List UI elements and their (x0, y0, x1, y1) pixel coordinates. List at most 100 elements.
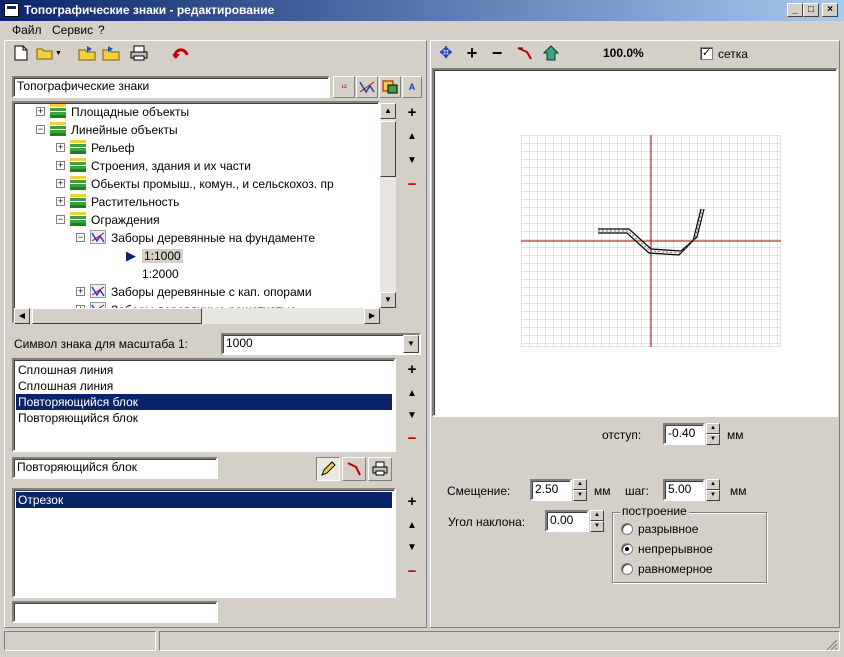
line-symbol-icon[interactable] (356, 76, 378, 98)
expand-icon[interactable]: + (56, 179, 65, 188)
spin-down-icon[interactable]: ▼ (706, 434, 720, 445)
tree-move-down-button[interactable]: ▼ (403, 152, 421, 170)
scroll-thumb[interactable] (380, 121, 396, 177)
tree-header-field[interactable]: Топографические знаки (12, 76, 330, 98)
element-list-item[interactable]: Сплошная линия (16, 378, 392, 394)
expand-icon[interactable]: + (56, 161, 65, 170)
primitives-list[interactable]: Отрезок (12, 488, 396, 598)
draw-line-icon[interactable] (342, 457, 366, 481)
spin-down-icon[interactable]: ▼ (590, 521, 604, 532)
open-folder-icon[interactable] (34, 42, 56, 64)
element-move-up-button[interactable]: ▲ (403, 385, 421, 403)
hscroll-thumb[interactable] (32, 308, 202, 324)
primitive-name-field[interactable] (12, 601, 218, 623)
tree-move-up-button[interactable]: ▲ (403, 128, 421, 146)
element-print-icon[interactable] (368, 457, 392, 481)
tree-add-button[interactable]: + (403, 104, 421, 122)
minimize-button[interactable]: _ (787, 3, 803, 17)
primitive-move-up-button[interactable]: ▲ (403, 517, 421, 535)
spin-down-icon[interactable]: ▼ (706, 490, 720, 501)
export-icon[interactable] (100, 42, 122, 64)
zoom-in-icon[interactable]: + (461, 42, 483, 64)
spin-up-icon[interactable]: ▲ (573, 479, 587, 490)
tree-node[interactable]: + Обьекты промыш., комун., и сельскохоз. … (12, 175, 380, 193)
text-symbol-icon[interactable]: A (402, 76, 422, 98)
tree-node[interactable]: ▶ 1:1000 (12, 247, 380, 265)
scale-select[interactable]: 1000 (221, 333, 421, 355)
scroll-right-icon[interactable]: ▶ (364, 308, 380, 324)
area-symbol-icon[interactable] (379, 76, 401, 98)
print-icon[interactable] (128, 42, 150, 64)
primitive-remove-button[interactable]: − (403, 563, 421, 581)
collapse-icon[interactable]: − (56, 215, 65, 224)
offset-input[interactable]: 2.50 (530, 479, 572, 501)
spin-up-icon[interactable]: ▲ (706, 479, 720, 490)
angle-spinner[interactable]: ▲ ▼ (590, 510, 604, 532)
primitive-move-down-button[interactable]: ▼ (403, 539, 421, 557)
zoom-out-icon[interactable]: − (486, 42, 508, 64)
folder-layers-icon (50, 104, 66, 118)
tree-node[interactable]: − Линейные объекты (12, 121, 380, 139)
grid-checkbox[interactable]: ✓ (700, 47, 713, 60)
collapse-icon[interactable]: − (36, 125, 45, 134)
tree-node[interactable]: + Рельеф (12, 139, 380, 157)
tree-node[interactable]: + Заборы деревянные с кап. опорами (12, 283, 380, 301)
expand-icon[interactable]: + (56, 197, 65, 206)
expand-icon[interactable]: + (76, 287, 85, 296)
new-file-icon[interactable] (10, 42, 32, 64)
spin-down-icon[interactable]: ▼ (573, 490, 587, 501)
import-icon[interactable] (76, 42, 98, 64)
angle-input[interactable]: 0.00 (545, 510, 589, 532)
grid-label: сетка (718, 47, 748, 61)
menu-help[interactable]: ? (98, 23, 105, 37)
undo-icon[interactable] (170, 42, 192, 64)
construction-radio[interactable] (621, 543, 633, 555)
maximize-button[interactable]: □ (803, 3, 819, 17)
close-button[interactable]: × (822, 3, 838, 17)
scroll-down-icon[interactable]: ▼ (380, 292, 396, 308)
expand-icon[interactable]: + (56, 143, 65, 152)
tree-horizontal-scrollbar[interactable]: ◀ ▶ (14, 308, 380, 324)
spin-up-icon[interactable]: ▲ (706, 423, 720, 434)
indent-spinner[interactable]: ▲ ▼ (706, 423, 720, 445)
open-dropdown-icon[interactable]: ▼ (55, 50, 62, 57)
indent-input[interactable]: -0.40 (663, 423, 705, 445)
tree-node[interactable]: + Площадные объекты (12, 103, 380, 121)
element-name-field[interactable]: Повторяющийся блок (12, 457, 218, 479)
tree-node[interactable]: + Строения, здания и их части (12, 157, 380, 175)
expand-icon[interactable]: + (36, 107, 45, 116)
home-view-icon[interactable] (540, 42, 562, 64)
scroll-up-icon[interactable]: ▲ (380, 103, 396, 119)
fit-line-icon[interactable] (514, 42, 536, 64)
collapse-icon[interactable]: − (76, 233, 85, 242)
menu-service[interactable]: Сервис (52, 23, 93, 37)
primitive-add-button[interactable]: + (403, 493, 421, 511)
tree-vertical-scrollbar[interactable]: ▲ ▼ (380, 103, 396, 308)
spin-up-icon[interactable]: ▲ (590, 510, 604, 521)
elements-list[interactable]: Сплошная линия Сплошная линия Повторяющийс… (12, 358, 396, 452)
pan-icon[interactable]: ✥ (435, 42, 457, 64)
element-add-button[interactable]: + (403, 361, 421, 379)
element-list-item[interactable]: Повторяющийся блок (16, 410, 392, 426)
tree-node[interactable]: − Ограждения (12, 211, 380, 229)
tree-node[interactable]: − Заборы деревянные на фундаменте (12, 229, 380, 247)
element-list-item[interactable]: Сплошная линия (16, 362, 392, 378)
construction-radio[interactable] (621, 563, 633, 575)
scroll-left-icon[interactable]: ◀ (14, 308, 30, 324)
menu-file[interactable]: Файл (12, 23, 42, 37)
tree-node[interactable]: 1:2000 (12, 265, 380, 283)
tree-remove-button[interactable]: − (403, 176, 421, 194)
element-remove-button[interactable]: − (403, 430, 421, 448)
scale-dropdown-icon[interactable]: ▼ (403, 335, 419, 353)
primitive-list-item[interactable]: Отрезок (16, 492, 392, 508)
sort-numeric-icon[interactable]: ¹² (333, 76, 355, 98)
construction-radio[interactable] (621, 523, 633, 535)
edit-pencil-icon[interactable] (316, 457, 340, 481)
step-spinner[interactable]: ▲ ▼ (706, 479, 720, 501)
element-list-item[interactable]: Повторяющийся блок (16, 394, 392, 410)
offset-spinner[interactable]: ▲ ▼ (573, 479, 587, 501)
element-move-down-button[interactable]: ▼ (403, 407, 421, 425)
resize-grip-icon[interactable] (824, 637, 838, 651)
tree-node[interactable]: + Растительность (12, 193, 380, 211)
step-input[interactable]: 5.00 (663, 479, 705, 501)
